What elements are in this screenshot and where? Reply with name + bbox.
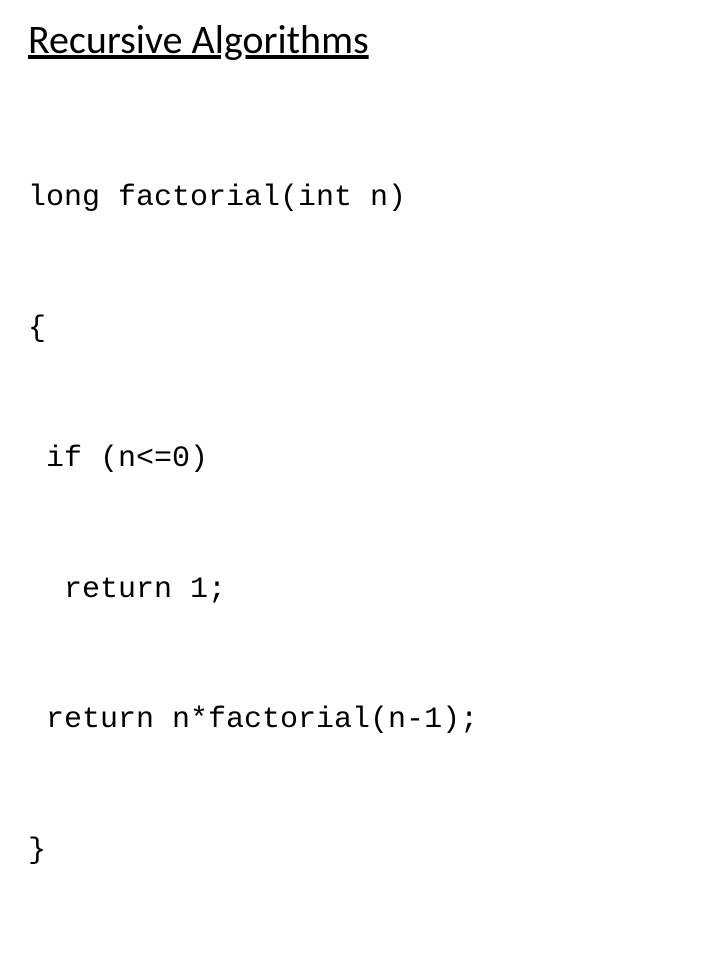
code-line: return n*factorial(n-1); <box>28 699 692 743</box>
slide: Recursive Algorithms long factorial(int … <box>0 0 720 540</box>
code-block: long factorial(int n) { if (n<=0) return… <box>28 90 692 960</box>
code-line: if (n<=0) <box>28 438 692 482</box>
code-line: long factorial(int n) <box>28 177 692 221</box>
code-line: return 1; <box>28 569 692 613</box>
slide-title: Recursive Algorithms <box>28 18 692 62</box>
code-line: } <box>28 830 692 874</box>
code-line: { <box>28 308 692 352</box>
